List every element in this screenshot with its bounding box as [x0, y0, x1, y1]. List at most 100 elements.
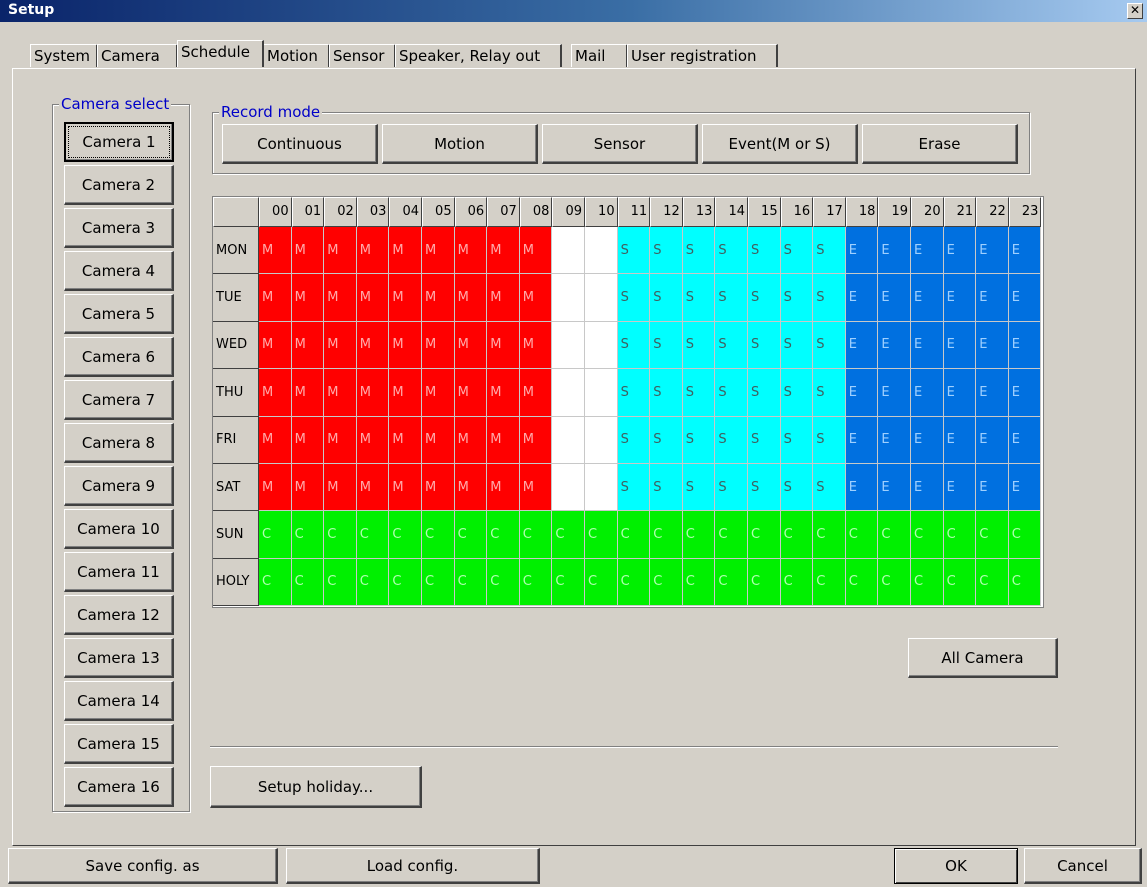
tab-user-registration[interactable]: User registration	[627, 44, 778, 67]
camera-button-15[interactable]: Camera 15	[64, 724, 174, 764]
schedule-cell[interactable]: C	[943, 558, 977, 607]
schedule-cell[interactable]: E	[976, 369, 1009, 417]
tab-mail[interactable]: Mail	[571, 44, 628, 67]
schedule-cell[interactable]	[585, 416, 618, 464]
schedule-cell[interactable]: C	[552, 558, 585, 607]
ok-button[interactable]: OK	[894, 848, 1018, 884]
schedule-cell[interactable]: C	[552, 511, 585, 559]
schedule-cell[interactable]: M	[291, 274, 325, 322]
schedule-cell[interactable]: M	[324, 227, 357, 275]
schedule-cell[interactable]: E	[943, 227, 977, 275]
schedule-cell[interactable]: E	[911, 464, 944, 512]
setup-holiday-button[interactable]: Setup holiday...	[210, 766, 422, 808]
camera-button-4[interactable]: Camera 4	[64, 251, 174, 291]
schedule-cell[interactable]: M	[389, 416, 422, 464]
schedule-cell[interactable]: S	[813, 227, 846, 275]
schedule-cell[interactable]: C	[519, 511, 553, 559]
schedule-cell[interactable]: C	[519, 558, 553, 607]
schedule-cell[interactable]: E	[878, 321, 911, 370]
schedule-cell[interactable]: M	[324, 369, 357, 417]
day-header-wed[interactable]: WED	[213, 321, 259, 370]
schedule-cell[interactable]: E	[911, 369, 944, 417]
schedule-cell[interactable]: C	[682, 558, 716, 607]
schedule-cell[interactable]: M	[389, 321, 422, 370]
schedule-cell[interactable]: C	[291, 558, 325, 607]
day-header-thu[interactable]: THU	[213, 369, 259, 417]
schedule-cell[interactable]: S	[715, 464, 748, 512]
day-header-sat[interactable]: SAT	[213, 464, 259, 512]
schedule-cell[interactable]	[552, 464, 585, 512]
schedule-cell[interactable]: M	[519, 369, 553, 417]
schedule-cell[interactable]: C	[650, 511, 683, 559]
schedule-cell[interactable]: S	[617, 464, 651, 512]
schedule-cell[interactable]: C	[324, 558, 357, 607]
schedule-cell[interactable]	[585, 464, 618, 512]
hour-header[interactable]: 18	[845, 197, 879, 227]
hour-header[interactable]: 13	[682, 197, 716, 227]
record-mode-erase-button[interactable]: Erase	[862, 124, 1018, 164]
schedule-cell[interactable]: M	[487, 416, 520, 464]
schedule-cell[interactable]	[585, 274, 618, 322]
schedule-cell[interactable]: M	[389, 274, 422, 322]
day-header-sun[interactable]: SUN	[213, 511, 259, 559]
schedule-cell[interactable]: C	[1008, 558, 1042, 607]
schedule-cell[interactable]: M	[454, 416, 488, 464]
record-mode-sensor-button[interactable]: Sensor	[542, 124, 698, 164]
schedule-cell[interactable]: C	[1008, 511, 1042, 559]
schedule-cell[interactable]: M	[259, 227, 292, 275]
schedule-cell[interactable]: E	[1008, 274, 1042, 322]
camera-button-12[interactable]: Camera 12	[64, 595, 174, 635]
schedule-cell[interactable]: S	[813, 274, 846, 322]
schedule-cell[interactable]: C	[617, 558, 651, 607]
schedule-cell[interactable]: E	[976, 321, 1009, 370]
schedule-cell[interactable]: E	[878, 416, 911, 464]
schedule-cell[interactable]: E	[878, 227, 911, 275]
schedule-cell[interactable]: S	[715, 416, 748, 464]
schedule-cell[interactable]: E	[911, 227, 944, 275]
schedule-cell[interactable]: S	[682, 274, 716, 322]
schedule-cell[interactable]	[552, 274, 585, 322]
schedule-cell[interactable]: S	[682, 369, 716, 417]
schedule-cell[interactable]: M	[487, 321, 520, 370]
schedule-cell[interactable]: E	[845, 369, 879, 417]
schedule-cell[interactable]: S	[682, 321, 716, 370]
tab-schedule[interactable]: Schedule	[177, 40, 264, 67]
schedule-cell[interactable]: S	[650, 274, 683, 322]
record-mode-continuous-button[interactable]: Continuous	[222, 124, 378, 164]
hour-header[interactable]: 10	[585, 197, 618, 227]
schedule-cell[interactable]	[552, 321, 585, 370]
schedule-cell[interactable]: E	[976, 464, 1009, 512]
all-camera-button[interactable]: All Camera	[908, 638, 1058, 678]
schedule-cell[interactable]: M	[454, 321, 488, 370]
schedule-cell[interactable]: C	[650, 558, 683, 607]
hour-header[interactable]: 09	[552, 197, 585, 227]
schedule-cell[interactable]: S	[617, 227, 651, 275]
hour-header[interactable]: 02	[324, 197, 357, 227]
schedule-cell[interactable]: M	[324, 274, 357, 322]
schedule-cell[interactable]: S	[617, 274, 651, 322]
camera-button-7[interactable]: Camera 7	[64, 380, 174, 420]
schedule-cell[interactable]: M	[422, 464, 455, 512]
hour-header[interactable]: 17	[813, 197, 846, 227]
schedule-cell[interactable]: S	[780, 274, 814, 322]
schedule-cell[interactable]: S	[780, 416, 814, 464]
schedule-cell[interactable]: E	[878, 274, 911, 322]
day-header-mon[interactable]: MON	[213, 227, 259, 275]
schedule-cell[interactable]: C	[422, 511, 455, 559]
schedule-cell[interactable]: C	[911, 511, 944, 559]
schedule-cell[interactable]: M	[356, 369, 390, 417]
schedule-cell[interactable]: S	[650, 227, 683, 275]
camera-button-5[interactable]: Camera 5	[64, 294, 174, 334]
schedule-cell[interactable]: C	[878, 511, 911, 559]
tab-system[interactable]: System	[30, 44, 98, 67]
camera-button-14[interactable]: Camera 14	[64, 681, 174, 721]
schedule-cell[interactable]: C	[813, 558, 846, 607]
schedule-cell[interactable]: M	[356, 321, 390, 370]
hour-header[interactable]: 19	[878, 197, 911, 227]
schedule-cell[interactable]: C	[389, 511, 422, 559]
schedule-cell[interactable]: E	[1008, 321, 1042, 370]
schedule-cell[interactable]: C	[748, 511, 781, 559]
title-bar[interactable]: Setup ✕	[0, 0, 1147, 22]
schedule-cell[interactable]: C	[845, 511, 879, 559]
tab-speaker-relay-out[interactable]: Speaker, Relay out	[395, 44, 562, 67]
